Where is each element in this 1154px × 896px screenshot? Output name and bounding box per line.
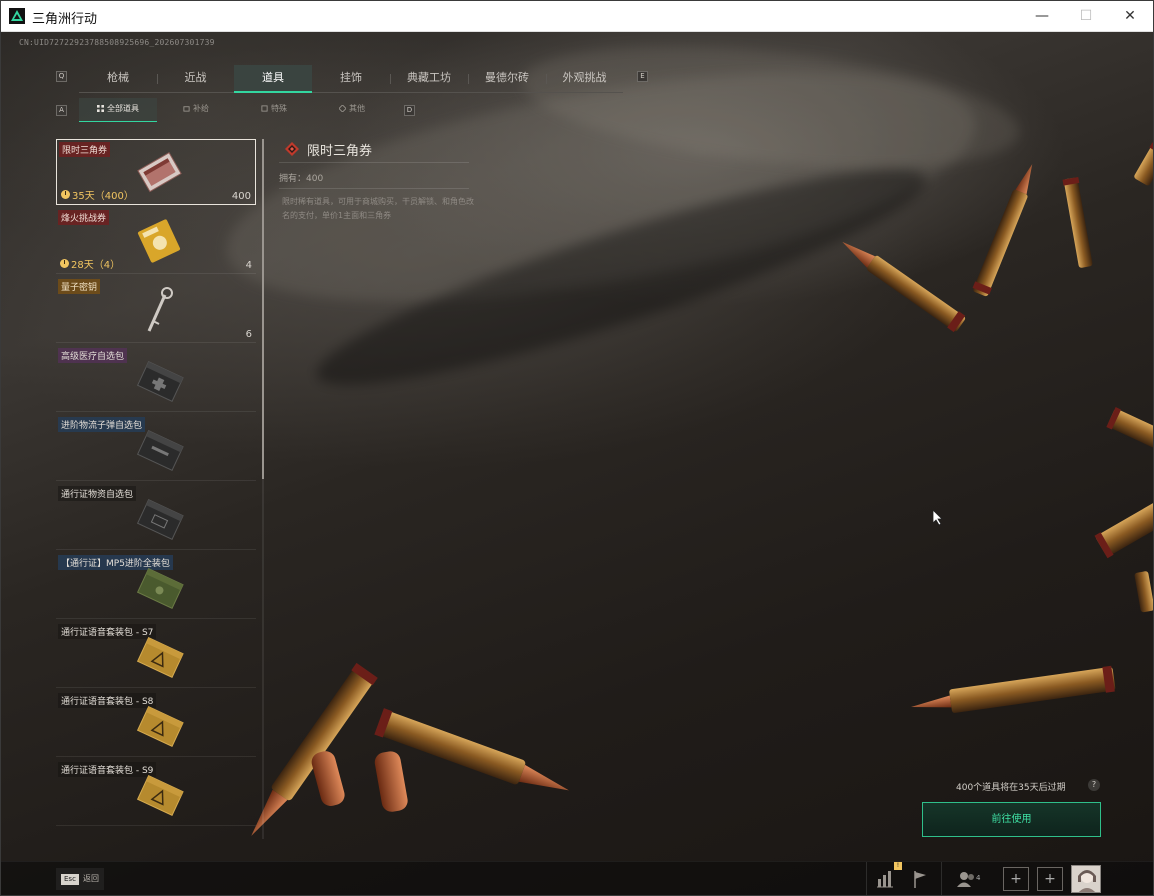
item-description: 限时稀有道具，可用于商城购买，干员解锁、和角色改名的支付，单价1主面和三角券 (282, 197, 474, 220)
tab-appearance-challenge[interactable]: 外观挑战 (546, 65, 623, 93)
minimize-button[interactable]: — (1019, 1, 1065, 32)
subtab-label: 特殊 (271, 104, 287, 113)
stats-chart-icon[interactable] (872, 867, 898, 891)
add-party-slot-button[interactable]: + (1037, 867, 1063, 891)
mouse-cursor-icon (933, 510, 943, 526)
game-scene: CN:UID72722923788508925696_202607301739 … (1, 32, 1153, 895)
window-title: 三角洲行动 (32, 12, 98, 27)
subtab-label: 补给 (193, 104, 209, 113)
delta-force-logo-icon (9, 8, 25, 24)
add-party-slot-button[interactable]: + (1003, 867, 1029, 891)
esc-key-hint: Esc (61, 874, 79, 885)
next-subtab-key-hint[interactable]: D (404, 105, 415, 116)
triangle-ticket-icon (137, 152, 182, 193)
item-card[interactable]: 限时三角券 35天（400） 400 (56, 139, 256, 205)
back-button[interactable]: Esc 返回 (56, 868, 104, 890)
next-tab-key-hint[interactable]: E (637, 71, 648, 82)
main-tab-bar: 枪械 近战 道具 挂饰 典藏工坊 曼德尔砖 外观挑战 (79, 65, 623, 93)
prev-subtab-key-hint[interactable]: A (56, 105, 67, 116)
subtab-other[interactable]: 其他 (313, 98, 391, 122)
grid-icon (97, 105, 104, 112)
timer-text: 35天（400） (72, 191, 134, 202)
item-card[interactable]: 【通行证】MP5进阶全装包 (56, 553, 256, 619)
item-name: 高级医疗自选包 (58, 348, 128, 363)
tab-melee[interactable]: 近战 (157, 65, 234, 93)
prev-tab-key-hint[interactable]: Q (56, 71, 67, 82)
tab-items[interactable]: 道具 (234, 65, 312, 93)
title-bar: 三角洲行动 — ☐ ✕ (1, 1, 1153, 32)
green-box-icon (136, 568, 184, 609)
divider (866, 862, 867, 895)
avatar-portrait-icon (1072, 866, 1100, 892)
item-list: 限时三角券 35天（400） 400 烽火挑战券 28天（4） 4 量子密钥 6… (56, 139, 256, 839)
expiry-timer: 35天（400） (61, 187, 134, 202)
clock-icon (60, 259, 69, 268)
item-card[interactable]: 通行证语音套装包 - S8 (56, 691, 256, 757)
item-card[interactable]: 烽火挑战券 28天（4） 4 (56, 208, 256, 274)
black-box-icon (136, 361, 184, 402)
item-card[interactable]: 量子密钥 6 (56, 277, 256, 343)
diamond-icon (339, 105, 346, 112)
item-card[interactable]: 通行证物资自选包 (56, 484, 256, 550)
clock-icon (61, 190, 70, 199)
notification-badge: ! (894, 862, 902, 870)
timer-text: 28天（4） (71, 260, 121, 271)
player-avatar[interactable] (1071, 865, 1101, 893)
rarity-diamond-icon (285, 142, 299, 156)
maximize-button[interactable]: ☐ (1063, 1, 1109, 32)
online-friends-count: 4 (976, 874, 981, 882)
item-count: 400 (231, 191, 251, 202)
divider (941, 862, 942, 895)
supply-icon (183, 106, 190, 112)
item-detail-title: 限时三角券 (307, 144, 373, 159)
flag-icon[interactable] (907, 867, 933, 891)
subtab-all-items[interactable]: 全部道具 (79, 98, 157, 122)
special-icon (261, 105, 268, 112)
item-name: 通行证物资自选包 (58, 486, 137, 501)
item-name: 限时三角券 (59, 142, 111, 157)
item-name: 烽火挑战券 (58, 210, 110, 225)
player-uid: CN:UID72722923788508925696_202607301739 (19, 38, 215, 47)
divider (279, 162, 469, 163)
gold-box-icon (136, 637, 184, 678)
divider (279, 188, 469, 189)
item-name: 量子密钥 (58, 279, 101, 294)
list-scrollbar-thumb[interactable] (262, 139, 264, 479)
owned-count: 拥有：400 (279, 174, 324, 184)
item-card[interactable]: 通行证语音套装包 - S9 (56, 760, 256, 826)
subtab-label: 全部道具 (107, 104, 139, 113)
tab-collection-workshop[interactable]: 典藏工坊 (390, 65, 468, 93)
sub-tab-bar: 全部道具 补给 特殊 其他 (79, 98, 409, 122)
gold-box-icon (136, 706, 184, 747)
black-box-icon (136, 430, 184, 471)
quantum-key-icon (147, 287, 173, 332)
back-label: 返回 (83, 874, 99, 883)
item-card[interactable]: 高级医疗自选包 (56, 346, 256, 412)
tab-firearms[interactable]: 枪械 (79, 65, 157, 93)
gold-ticket-icon (137, 219, 181, 263)
close-button[interactable]: ✕ (1107, 1, 1153, 32)
subtab-supply[interactable]: 补给 (157, 98, 235, 122)
expiry-timer: 28天（4） (60, 256, 120, 271)
game-window: 三角洲行动 — ☐ ✕ CN:UID72722923788508925696_2… (0, 0, 1154, 896)
tab-mandel-brick[interactable]: 曼德尔砖 (468, 65, 546, 93)
gold-box-icon (136, 775, 184, 816)
item-card[interactable]: 进阶物流子弹自选包 (56, 415, 256, 481)
item-count: 4 (245, 260, 252, 271)
black-box-icon (136, 499, 184, 540)
bottom-bar: Esc 返回 ! 4 + + (1, 861, 1153, 895)
subtab-label: 其他 (349, 104, 365, 113)
go-use-button[interactable]: 前往使用 (922, 802, 1101, 837)
tab-charms[interactable]: 挂饰 (312, 65, 390, 93)
subtab-special[interactable]: 特殊 (235, 98, 313, 122)
help-icon[interactable]: ? (1088, 779, 1100, 791)
expiry-notice: 400个道具将在35天后过期 (956, 783, 1066, 793)
item-card[interactable]: 通行证语音套装包 - S7 (56, 622, 256, 688)
item-count: 6 (245, 329, 252, 340)
